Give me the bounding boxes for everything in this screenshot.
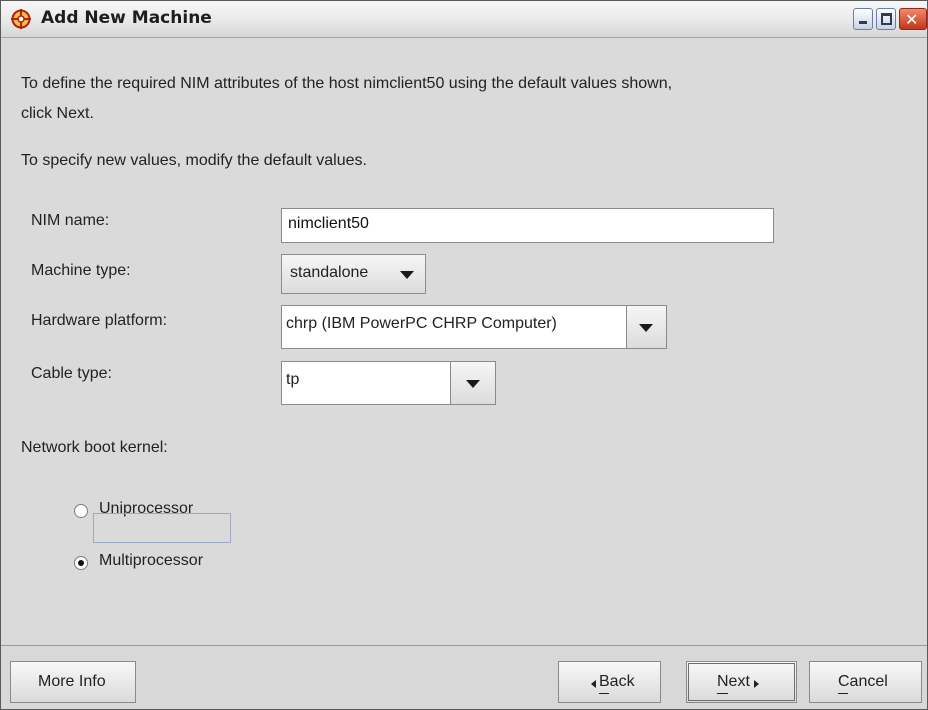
- window-title: Add New Machine: [41, 8, 212, 28]
- next-mnemonic-underline: [717, 693, 728, 694]
- close-icon: ✕: [905, 10, 919, 29]
- chevron-down-icon: [466, 380, 480, 388]
- network-boot-kernel-label: Network boot kernel:: [21, 439, 168, 456]
- focus-indicator: [93, 513, 231, 543]
- hardware-platform-dropdown-button[interactable]: [626, 306, 666, 348]
- dialog-content: To define the required NIM attributes of…: [1, 38, 927, 645]
- title-bar[interactable]: Add New Machine ✕: [1, 1, 927, 38]
- back-arrow-icon: [591, 680, 596, 688]
- button-bar: More Info Back Next Cancel: [1, 645, 927, 709]
- cable-type-label: Cable type:: [31, 365, 112, 382]
- minimize-icon: [859, 21, 867, 24]
- more-info-label: More Info: [38, 673, 106, 690]
- next-label: Next: [717, 673, 750, 690]
- back-button[interactable]: Back: [558, 661, 661, 703]
- uniprocessor-radio[interactable]: [74, 504, 88, 518]
- close-button[interactable]: ✕: [899, 8, 927, 30]
- hardware-platform-dropdown[interactable]: chrp (IBM PowerPC CHRP Computer): [281, 305, 667, 349]
- chevron-down-icon: [400, 271, 414, 279]
- cable-type-dropdown-button[interactable]: [450, 362, 495, 404]
- nim-machine-icon: [11, 9, 31, 29]
- back-label: Back: [599, 673, 635, 690]
- cancel-label: Cancel: [838, 673, 888, 690]
- maximize-button[interactable]: [876, 8, 896, 30]
- cable-type-value: tp: [286, 371, 300, 388]
- machine-type-value: standalone: [290, 264, 369, 281]
- cancel-mnemonic-underline: [838, 693, 848, 694]
- multiprocessor-radio[interactable]: [74, 556, 88, 570]
- hardware-platform-label: Hardware platform:: [31, 312, 168, 329]
- multiprocessor-label[interactable]: Multiprocessor: [99, 552, 203, 570]
- next-arrow-icon: [754, 680, 759, 688]
- nim-name-input[interactable]: nimclient50: [281, 208, 774, 243]
- intro-line-2: click Next.: [21, 105, 94, 122]
- machine-type-label: Machine type:: [31, 262, 131, 279]
- maximize-icon: [881, 13, 892, 25]
- machine-type-dropdown[interactable]: standalone: [281, 254, 426, 294]
- intro-line-1: To define the required NIM attributes of…: [21, 75, 673, 92]
- add-new-machine-dialog: Add New Machine ✕ To define the required…: [0, 0, 928, 710]
- next-button[interactable]: Next: [686, 661, 797, 703]
- cancel-button[interactable]: Cancel: [809, 661, 922, 703]
- hardware-platform-value: chrp (IBM PowerPC CHRP Computer): [286, 315, 557, 332]
- back-mnemonic-underline: [599, 693, 609, 694]
- minimize-button[interactable]: [853, 8, 873, 30]
- more-info-button[interactable]: More Info: [10, 661, 136, 703]
- cable-type-dropdown[interactable]: tp: [281, 361, 496, 405]
- intro-line-3: To specify new values, modify the defaul…: [21, 152, 367, 169]
- chevron-down-icon: [639, 324, 653, 332]
- nim-name-label: NIM name:: [31, 212, 110, 229]
